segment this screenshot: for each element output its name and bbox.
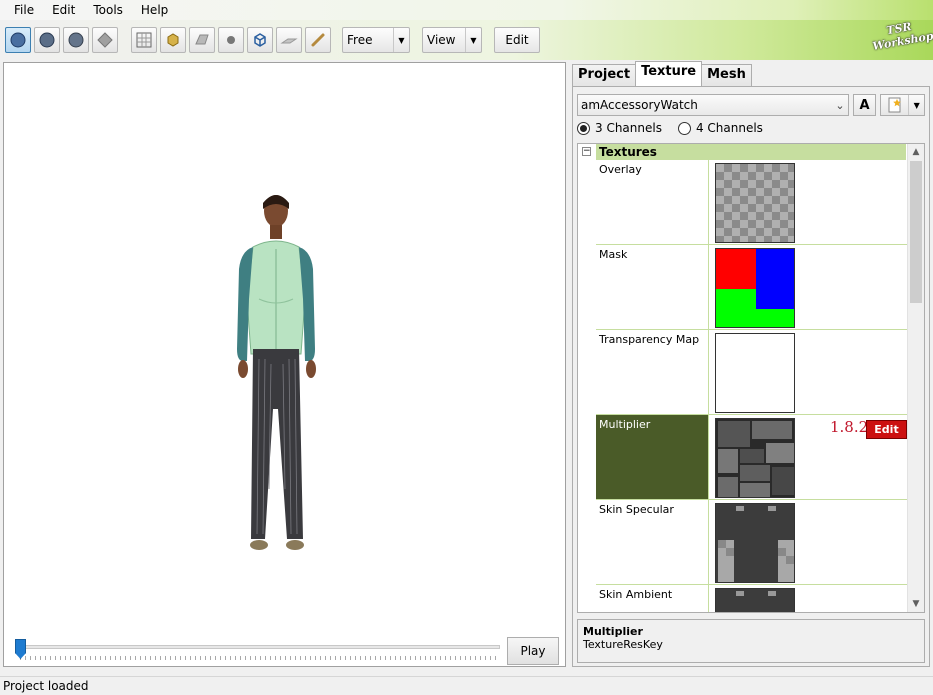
- version-label: 1.8.2: [830, 418, 869, 436]
- cube-icon: [167, 33, 179, 47]
- right-tabs: Project Texture Mesh: [572, 61, 752, 86]
- mask-thumbnail[interactable]: [715, 248, 795, 328]
- status-bar: Project loaded: [0, 676, 933, 695]
- render-solid-button[interactable]: [5, 27, 31, 53]
- row-label: Mask: [596, 245, 709, 329]
- bone-icon: [311, 33, 325, 47]
- timeline-track[interactable]: [16, 645, 500, 649]
- menu-edit[interactable]: Edit: [43, 0, 84, 20]
- chevron-down-icon: ▼: [393, 28, 409, 52]
- point-toggle-button[interactable]: [218, 27, 244, 53]
- property-description: Multiplier TextureResKey: [577, 619, 925, 663]
- import-split-button[interactable]: ▼: [880, 94, 925, 116]
- floor-toggle-button[interactable]: [189, 27, 215, 53]
- floor-icon: [195, 34, 209, 45]
- scroll-up-icon[interactable]: ▲: [908, 144, 924, 160]
- bounding-box-button[interactable]: [160, 27, 186, 53]
- chevron-down-icon: ▼: [908, 95, 924, 115]
- channel-radio-group: 3 Channels 4 Channels: [577, 121, 779, 135]
- radio-3-channels-label: 3 Channels: [595, 121, 662, 135]
- category-label: Textures: [596, 144, 906, 160]
- transparency-thumbnail[interactable]: [715, 333, 795, 413]
- overlay-thumbnail[interactable]: [715, 163, 795, 243]
- multiplier-thumbnail[interactable]: [715, 418, 795, 498]
- dot-icon: [227, 36, 235, 44]
- item-select[interactable]: amAccessoryWatch ⌄: [577, 94, 849, 116]
- sim-figure-preview: [237, 195, 316, 550]
- texture-row-skin-specular[interactable]: Skin Specular: [596, 500, 908, 585]
- chevron-down-icon: ▼: [465, 28, 481, 52]
- collapse-icon[interactable]: −: [582, 147, 591, 156]
- skin-specular-thumbnail[interactable]: [715, 503, 795, 583]
- row-label: Overlay: [596, 160, 709, 244]
- bone-button[interactable]: [305, 27, 331, 53]
- scroll-down-icon[interactable]: ▼: [908, 596, 924, 612]
- radio-3-channels-dot: [577, 121, 590, 135]
- texture-row-mask[interactable]: Mask: [596, 245, 908, 330]
- toolbar: Free ▼ View ▼ Edit TSR Workshop: [0, 20, 933, 60]
- row-label: Skin Specular: [596, 500, 709, 584]
- texture-row-multiplier[interactable]: Multiplier 1.8.2 Edit: [596, 415, 908, 500]
- wireframe-button[interactable]: [247, 27, 273, 53]
- plane-icon: [280, 38, 298, 44]
- edit-button[interactable]: Edit: [494, 27, 540, 53]
- grid-scrollbar[interactable]: ▲ ▼: [907, 144, 924, 612]
- camera-mode-label: Free: [347, 33, 373, 47]
- status-text: Project loaded: [3, 679, 89, 693]
- grid-icon: [136, 32, 152, 48]
- tsr-workshop-logo: TSR Workshop: [869, 17, 933, 63]
- menu-bar: File Edit Tools Help: [0, 0, 933, 20]
- view-label: View: [427, 33, 456, 47]
- view-dropdown[interactable]: View ▼: [422, 27, 482, 53]
- play-button[interactable]: Play: [507, 637, 559, 665]
- item-select-value: amAccessoryWatch: [581, 98, 698, 112]
- 3d-viewport[interactable]: Play: [3, 62, 566, 667]
- texture-row-transparency-map[interactable]: Transparency Map: [596, 330, 908, 415]
- menu-file[interactable]: File: [0, 0, 43, 20]
- radio-4-channels-dot: [677, 121, 691, 135]
- sphere-smooth-icon: [68, 32, 84, 48]
- texture-row-overlay[interactable]: Overlay: [596, 160, 908, 245]
- multiplier-edit-button[interactable]: Edit: [866, 420, 907, 439]
- texture-tab-panel: amAccessoryWatch ⌄ A ▼ 3 Channels 4 Chan…: [572, 86, 930, 667]
- timeline-ticks: [20, 656, 498, 660]
- texture-property-grid: − Textures Overlay Mask Transparency Map…: [577, 143, 925, 613]
- description-title: Multiplier: [583, 625, 643, 638]
- chevron-down-icon: ⌄: [835, 98, 845, 112]
- sphere-solid-icon: [10, 32, 26, 48]
- document-star-icon: [881, 97, 908, 113]
- description-subtitle: TextureResKey: [583, 638, 663, 651]
- tab-texture[interactable]: Texture: [635, 61, 703, 86]
- font-a-button[interactable]: A: [853, 94, 876, 116]
- ground-plane-button[interactable]: [276, 27, 302, 53]
- render-flat-button[interactable]: [92, 27, 118, 53]
- tab-project[interactable]: Project: [572, 64, 637, 86]
- diamond-icon: [97, 32, 113, 48]
- tab-mesh[interactable]: Mesh: [701, 64, 752, 86]
- wire-cube-icon: [254, 33, 266, 47]
- category-header: − Textures: [578, 144, 908, 160]
- skin-ambient-thumbnail[interactable]: [715, 588, 795, 612]
- radio-4-channels-label: 4 Channels: [695, 121, 763, 135]
- radio-3-channels[interactable]: 3 Channels: [577, 121, 662, 135]
- grid-toggle-button[interactable]: [131, 27, 157, 53]
- render-smooth-button[interactable]: [63, 27, 89, 53]
- scrollbar-thumb[interactable]: [910, 161, 922, 303]
- radio-4-channels[interactable]: 4 Channels: [677, 121, 763, 135]
- texture-row-skin-ambient[interactable]: Skin Ambient: [596, 585, 908, 612]
- menu-help[interactable]: Help: [132, 0, 177, 20]
- row-label: Transparency Map: [596, 330, 709, 414]
- row-label: Skin Ambient: [596, 585, 709, 612]
- render-shaded-button[interactable]: [34, 27, 60, 53]
- sphere-shaded-icon: [39, 32, 55, 48]
- camera-mode-dropdown[interactable]: Free ▼: [342, 27, 410, 53]
- row-label: Multiplier: [596, 415, 709, 499]
- menu-tools[interactable]: Tools: [84, 0, 132, 20]
